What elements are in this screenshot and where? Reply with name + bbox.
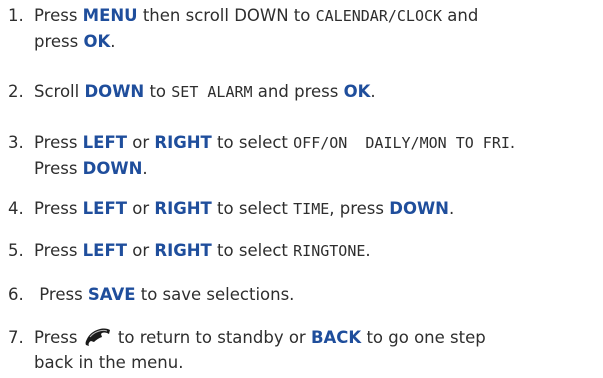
step-5: 5. Press LEFT or RIGHT to select RINGTONE… (8, 238, 599, 264)
instruction-text: . (110, 32, 116, 51)
instruction-text: to select (211, 199, 294, 218)
instruction-text: . (365, 241, 371, 260)
instruction-text: to (144, 82, 172, 101)
instruction-text: and (442, 6, 479, 25)
display-text: CALENDAR/CLOCK (315, 7, 443, 25)
instruction-text: to save selections. (135, 285, 295, 304)
instruction-text: to return to standby or (112, 328, 311, 347)
key-label: BACK (310, 328, 362, 347)
instruction-text: Press (34, 285, 88, 304)
instruction-text: to select (211, 133, 294, 152)
instruction-text: Press (34, 199, 83, 218)
display-text: RINGTONE (293, 242, 366, 260)
step-text: Press to return to standby or BACK to go… (34, 328, 486, 347)
step-4: 4. Press LEFT or RIGHT to select TIME, pr… (8, 196, 599, 222)
end-call-icon (85, 325, 111, 347)
step-1: 1. Press MENU then scroll DOWN to CALENDA… (8, 3, 599, 54)
step-text-continued: Press DOWN. (8, 156, 599, 181)
step-text-continued: back in the menu. (8, 350, 599, 375)
display-text: OFF/ON DAILY/MON TO FRI (293, 134, 510, 152)
key-label: RIGHT (154, 133, 212, 152)
instruction-text: . (509, 133, 516, 152)
step-text: Press MENU then scroll DOWN to CALENDAR/… (34, 6, 478, 25)
step-text: Press LEFT or RIGHT to select RINGTONE. (34, 241, 371, 260)
key-label: DOWN (84, 82, 145, 101)
instruction-text: or (126, 241, 155, 260)
step-number: 3. (8, 133, 24, 152)
step-number: 7. (8, 328, 24, 347)
key-label: OK (83, 32, 111, 51)
instruction-text: , press (329, 199, 390, 218)
instruction-text: press (34, 32, 84, 51)
key-label: LEFT (82, 241, 127, 260)
instruction-text: Press (34, 159, 83, 178)
instruction-text: Press (34, 328, 83, 347)
step-text: Press SAVE to save selections. (34, 285, 294, 304)
instruction-text: . (448, 199, 455, 218)
key-label: SAVE (87, 285, 136, 304)
instruction-text: or (126, 199, 155, 218)
key-label: OK (343, 82, 371, 101)
step-text: Press LEFT or RIGHT to select TIME, pres… (34, 199, 454, 218)
instruction-text: then scroll DOWN to (137, 6, 316, 25)
display-text: TIME (293, 200, 330, 218)
instruction-text: . (142, 159, 148, 178)
key-label: LEFT (82, 133, 127, 152)
instruction-text: Press (34, 241, 83, 260)
key-label: LEFT (82, 199, 127, 218)
instruction-text: . (370, 82, 376, 101)
step-number: 6. (8, 285, 24, 304)
instruction-text: back in the menu. (34, 353, 184, 372)
step-text: Press LEFT or RIGHT to select OFF/ON DAI… (34, 133, 515, 152)
instruction-text: to go one step (361, 328, 486, 347)
instruction-text: or (126, 133, 155, 152)
key-label: RIGHT (154, 199, 212, 218)
key-label: MENU (82, 6, 138, 25)
display-text: SET ALARM (171, 83, 253, 101)
step-number: 2. (8, 82, 24, 101)
step-7: 7. Press to return to standby or BACK to … (8, 325, 599, 375)
instruction-page: 1. Press MENU then scroll DOWN to CALENDA… (0, 0, 603, 378)
step-2: 2. Scroll DOWN to SET ALARM and press OK. (8, 79, 599, 105)
step-3: 3. Press LEFT or RIGHT to select OFF/ON D… (8, 130, 599, 181)
key-label: RIGHT (154, 241, 212, 260)
instruction-text: and press (252, 82, 344, 101)
step-number: 5. (8, 241, 24, 260)
step-number: 1. (8, 6, 24, 25)
instruction-text: Press (34, 6, 83, 25)
instruction-text: to select (211, 241, 294, 260)
key-label: DOWN (82, 159, 143, 178)
key-label: DOWN (389, 199, 449, 218)
step-number: 4. (8, 199, 24, 218)
instruction-text: Scroll (34, 82, 85, 101)
step-text: Scroll DOWN to SET ALARM and press OK. (34, 82, 376, 101)
instruction-text: Press (34, 133, 83, 152)
step-6: 6. Press SAVE to save selections. (8, 282, 599, 307)
step-text-continued: press OK. (8, 29, 599, 54)
